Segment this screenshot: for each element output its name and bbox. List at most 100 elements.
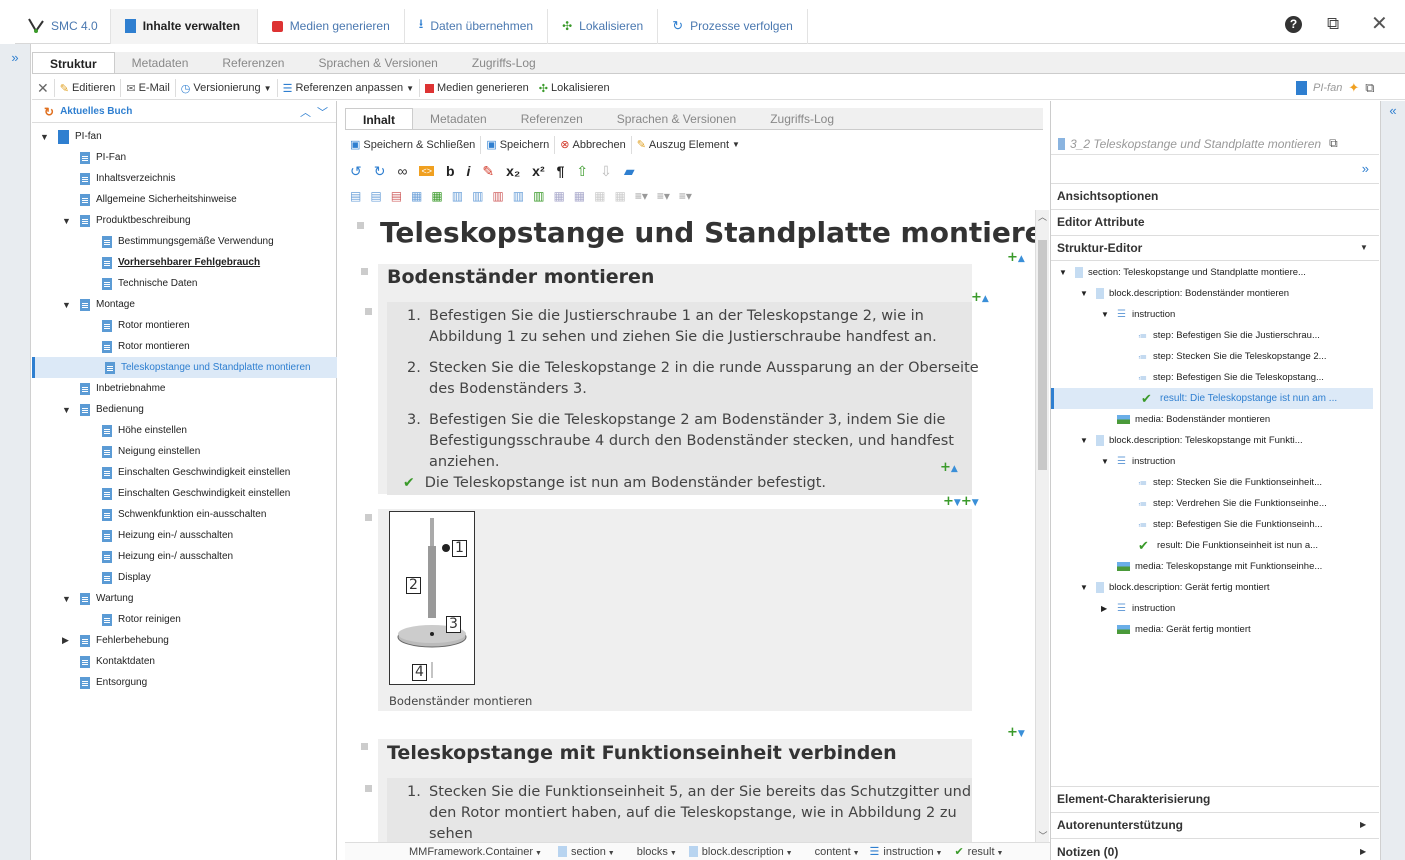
breadcrumb-item[interactable]: block.description ▼ bbox=[702, 846, 793, 858]
structure-item[interactable]: ▶ ☰ instruction bbox=[1051, 598, 1373, 619]
tree-item[interactable]: Display bbox=[32, 567, 337, 588]
caret-down-icon[interactable]: ▼ bbox=[62, 300, 74, 310]
structure-item[interactable]: ≔ step: Stecken Sie die Funktionseinheit.… bbox=[1051, 472, 1373, 493]
editor-tab-metadaten[interactable]: Metadaten bbox=[413, 108, 504, 129]
subtab-zugriffs-log[interactable]: Zugriffs-Log bbox=[455, 52, 553, 73]
tree-item[interactable]: Höhe einstellen bbox=[32, 420, 337, 441]
caret-down-icon[interactable]: ▼ bbox=[1080, 436, 1096, 445]
structure-item[interactable]: ▼ block.description: Bodenständer montier… bbox=[1051, 283, 1373, 304]
autorenunterstuetzung-header[interactable]: Autorenunterstützung bbox=[1057, 818, 1183, 832]
struktur-editor-collapse-icon[interactable]: ▼ bbox=[1360, 243, 1368, 252]
tree-item[interactable]: ▼ Bedienung bbox=[32, 399, 337, 420]
block-handle[interactable] bbox=[365, 308, 372, 315]
editor-tab-zugriffs-log[interactable]: Zugriffs-Log bbox=[753, 108, 851, 129]
refresh-icon[interactable]: ↻ bbox=[44, 105, 54, 119]
refs-button[interactable]: ☰ Referenzen anpassen ▼ bbox=[278, 79, 421, 97]
scroll-down-icon[interactable]: ﹀ bbox=[1036, 829, 1050, 842]
insert-button[interactable]: +▼ bbox=[1007, 725, 1025, 740]
tree-item[interactable]: Inhaltsverzeichnis bbox=[32, 168, 337, 189]
figure-image[interactable]: 1 2 3 4 bbox=[389, 511, 475, 685]
app-logo[interactable]: SMC 4.0 bbox=[15, 8, 111, 44]
collapse-up-icon[interactable]: ︿ bbox=[300, 104, 311, 120]
caret-right-icon[interactable]: ▶ bbox=[1101, 604, 1117, 613]
save-button[interactable]: ▣ Speichern bbox=[481, 135, 556, 154]
structure-item[interactable]: ▼ ☰ instruction bbox=[1051, 304, 1373, 325]
subtab-metadaten[interactable]: Metadaten bbox=[115, 52, 206, 73]
caret-down-icon[interactable]: ▼ bbox=[62, 216, 74, 226]
paragraph-icon[interactable]: ¶ bbox=[557, 163, 565, 179]
tree-item[interactable]: Neigung einstellen bbox=[32, 441, 337, 462]
editor-content[interactable]: Teleskopstange und Standplatte montieren… bbox=[345, 210, 1035, 842]
redo-icon[interactable]: ↻ bbox=[374, 163, 386, 180]
table-col-right-icon[interactable]: ▥ bbox=[472, 189, 483, 203]
help-icon[interactable]: ? bbox=[1285, 16, 1302, 33]
table-delete-row-icon[interactable]: ▤ bbox=[391, 189, 402, 203]
table-merge-icon[interactable]: ▦ bbox=[411, 189, 422, 203]
tree-item[interactable]: ▼ PI-fan bbox=[32, 126, 337, 147]
tree-item[interactable]: Rotor montieren bbox=[32, 315, 337, 336]
block-icon[interactable]: ▰ bbox=[624, 163, 635, 180]
structure-item[interactable]: ▼ section: Teleskopstange und Standplatte… bbox=[1051, 262, 1373, 283]
close-icon[interactable]: ✕ bbox=[1371, 11, 1388, 36]
tree-item[interactable]: Einschalten Geschwindigkeit einstellen bbox=[32, 483, 337, 504]
bold-icon[interactable]: b bbox=[446, 163, 455, 179]
section-heading-2[interactable]: Teleskopstange mit Funktionseinheit verb… bbox=[387, 742, 897, 764]
table-col-left-icon[interactable]: ▥ bbox=[452, 189, 463, 203]
right-collapse-strip[interactable]: « bbox=[1380, 101, 1405, 860]
figure-caption[interactable]: Bodenständer montieren bbox=[389, 694, 532, 708]
insert-button[interactable]: +▲ bbox=[971, 290, 989, 305]
tree-item[interactable]: Rotor montieren bbox=[32, 336, 337, 357]
tree-item[interactable]: Inbetriebnahme bbox=[32, 378, 337, 399]
caret-down-icon[interactable]: ▼ bbox=[62, 405, 74, 415]
editor-attribute-header[interactable]: Editor Attribute bbox=[1057, 215, 1145, 229]
structure-item[interactable]: media: Bodenständer montieren bbox=[1051, 409, 1373, 430]
step-item[interactable]: 2. Stecken Sie die Teleskopstange 2 in di… bbox=[407, 358, 979, 400]
step-item[interactable]: 3. Befestigen Sie die Teleskopstange 2 am… bbox=[407, 410, 954, 473]
subscript-icon[interactable]: x₂ bbox=[506, 163, 520, 179]
tree-item[interactable]: ▶ Fehlerbehebung bbox=[32, 630, 337, 651]
link-icon[interactable]: ∞ bbox=[397, 163, 407, 179]
step-item[interactable]: 1. Befestigen Sie die Justierschraube 1 a… bbox=[407, 306, 947, 348]
tree-item[interactable]: Schwenkfunktion ein-ausschalten bbox=[32, 504, 337, 525]
table-cell-icon[interactable]: ▦ bbox=[553, 189, 564, 203]
insert-after-button[interactable]: +▲ bbox=[1007, 250, 1025, 265]
table-header-icon[interactable]: ▦ bbox=[431, 189, 442, 203]
block-handle[interactable] bbox=[361, 743, 368, 750]
tree-item[interactable]: Heizung ein-/ ausschalten bbox=[32, 525, 337, 546]
caret-down-icon[interactable]: ▼ bbox=[1080, 289, 1096, 298]
save-close-button[interactable]: ▣ Speichern & Schließen bbox=[345, 135, 482, 154]
step-item[interactable]: 1. Stecken Sie die Funktionseinheit 5, an… bbox=[407, 782, 971, 842]
collapse-strip[interactable]: » bbox=[0, 44, 31, 860]
media-generate-button[interactable]: Medien generieren bbox=[420, 79, 534, 97]
structure-item[interactable]: ✔ result: Die Teleskopstange ist nun am .… bbox=[1051, 388, 1373, 409]
tree-item[interactable]: Heizung ein-/ ausschalten bbox=[32, 546, 337, 567]
tree-item[interactable]: ▼ Wartung bbox=[32, 588, 337, 609]
caret-down-icon[interactable]: ▼ bbox=[1080, 583, 1096, 592]
versioning-button[interactable]: ◷ Versionierung ▼ bbox=[176, 79, 278, 97]
move-up-icon[interactable]: ⇧ bbox=[576, 163, 588, 180]
tree-item[interactable]: ▼ Montage bbox=[32, 294, 337, 315]
editor-tab-inhalt[interactable]: Inhalt bbox=[345, 108, 413, 129]
move-down-icon[interactable]: ⇩ bbox=[600, 163, 612, 180]
subtab-referenzen[interactable]: Referenzen bbox=[205, 52, 301, 73]
collapse-right-icon[interactable]: « bbox=[1381, 103, 1405, 118]
structure-item[interactable]: ≔ step: Befestigen Sie die Justierschrau.… bbox=[1051, 325, 1373, 346]
close-doc-button[interactable]: ✕ bbox=[32, 79, 55, 97]
caret-down-icon[interactable]: ▼ bbox=[62, 594, 74, 604]
table-cell2-icon[interactable]: ▦ bbox=[574, 189, 585, 203]
align-right-icon[interactable]: ≡▾ bbox=[679, 189, 692, 203]
tree-item[interactable]: Entsorgung bbox=[32, 672, 337, 693]
superscript-icon[interactable]: x² bbox=[532, 163, 544, 179]
tree-item[interactable]: Technische Daten bbox=[32, 273, 337, 294]
tree-item[interactable]: Bestimmungsgemäße Verwendung bbox=[32, 231, 337, 252]
table-cell3-icon[interactable]: ▦ bbox=[594, 189, 605, 203]
caret-right-icon[interactable]: ▶ bbox=[62, 635, 74, 646]
tab-prozesse-verfolgen[interactable]: ↻ Prozesse verfolgen bbox=[658, 8, 808, 44]
struktur-editor-header[interactable]: Struktur-Editor bbox=[1057, 241, 1142, 255]
block-handle[interactable] bbox=[361, 268, 368, 275]
tab-lokalisieren[interactable]: ✣ Lokalisieren bbox=[548, 8, 659, 44]
excerpt-button[interactable]: ✎ Auszug Element ▼ bbox=[632, 136, 745, 154]
structure-item[interactable]: ▼ block.description: Teleskopstange mit F… bbox=[1051, 430, 1373, 451]
insert-button[interactable]: +▲ bbox=[940, 460, 958, 475]
highlight-icon[interactable]: ✎ bbox=[482, 163, 494, 180]
